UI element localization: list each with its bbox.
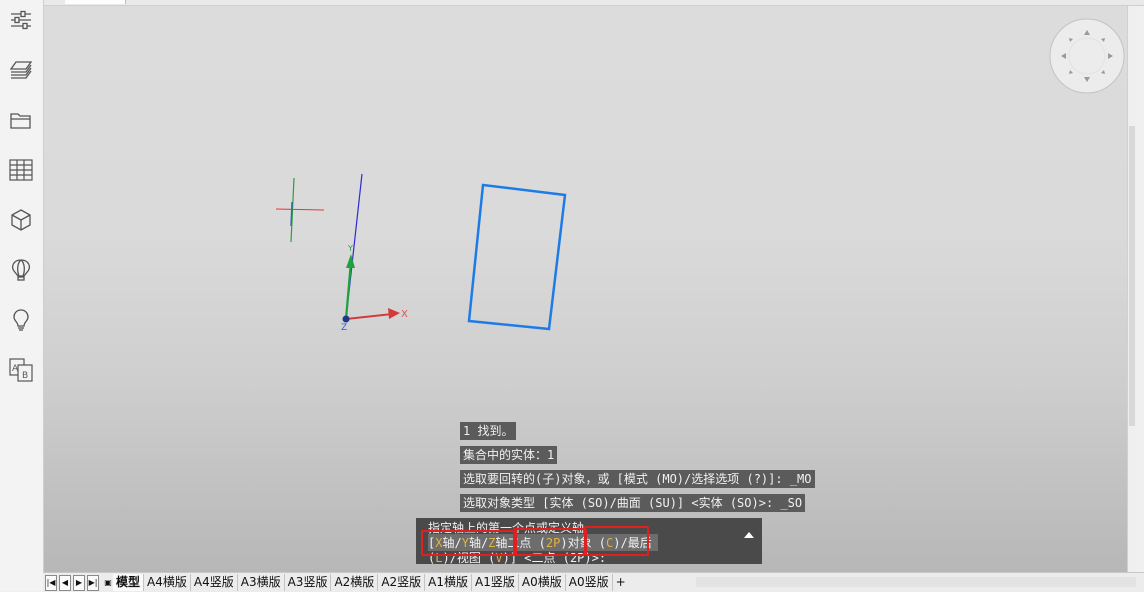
layout-tab-bar: |◀ ◀ ▶ ▶| ▣ 模型 A4横版 A4竖版 A3横版 A3竖版 A2横版 …	[43, 572, 1144, 592]
properties-button[interactable]	[6, 5, 36, 35]
render-button[interactable]	[6, 255, 36, 285]
layers-icon	[9, 61, 33, 79]
tab-a0-landscape[interactable]: A0横版	[519, 574, 566, 591]
svg-text:A: A	[12, 364, 19, 374]
axis-y-label: Y	[347, 244, 353, 253]
document-tab[interactable]	[65, 0, 126, 4]
tab-a2-landscape[interactable]: A2横版	[331, 574, 379, 591]
vertical-scrollbar[interactable]	[1127, 6, 1136, 572]
tab-a3-portrait[interactable]: A3竖版	[285, 574, 332, 591]
text-style-button[interactable]: A B	[6, 355, 36, 385]
tab-a0-portrait[interactable]: A0竖版	[566, 574, 613, 591]
command-history-line: 选取要回转的(子)对象，或 [模式 (MO)/选择选项 (?)]: _MO	[460, 470, 815, 488]
prev-tab-button[interactable]: ◀	[59, 574, 71, 591]
command-history-line: 选取对象类型 [实体 (SO)/曲面 (SU)] <实体 (SO)>: _SO	[460, 494, 806, 512]
horizontal-scrollbar[interactable]	[696, 577, 1136, 587]
properties-icon	[11, 10, 31, 30]
navigation-wheel[interactable]	[1047, 16, 1127, 96]
text-style-icon: A B	[9, 358, 33, 382]
add-layout-button[interactable]: +	[613, 574, 629, 591]
model-space-icon[interactable]: ▣	[103, 576, 113, 590]
left-toolbar: A B	[0, 0, 44, 591]
highlight-object-option	[584, 526, 649, 556]
highlight-axis-options	[421, 530, 517, 556]
lightbulb-icon	[13, 309, 29, 331]
tab-a2-portrait[interactable]: A2竖版	[378, 574, 426, 591]
balloon-icon	[12, 259, 30, 281]
open-folder-button[interactable]	[6, 105, 36, 135]
cube-icon	[11, 209, 31, 231]
svg-text:B: B	[22, 371, 28, 381]
first-tab-button[interactable]: |◀	[45, 574, 57, 591]
selected-rectangle[interactable]	[467, 183, 567, 331]
axis-x-label: X	[401, 309, 408, 320]
tab-a4-landscape[interactable]: A4横版	[144, 574, 191, 591]
tab-a1-portrait[interactable]: A1竖版	[472, 574, 519, 591]
layers-button[interactable]	[6, 55, 36, 85]
tab-a4-portrait[interactable]: A4竖版	[191, 574, 238, 591]
tab-model[interactable]: 模型	[113, 574, 145, 591]
command-history-expand-icon[interactable]	[744, 532, 754, 538]
scrollbar-thumb[interactable]	[1129, 126, 1135, 426]
solid-button[interactable]	[6, 205, 36, 235]
table-icon	[9, 159, 33, 181]
command-history-line: 集合中的实体：1	[460, 446, 558, 464]
table-button[interactable]	[6, 155, 36, 185]
tab-a3-landscape[interactable]: A3横版	[238, 574, 285, 591]
tips-button[interactable]	[6, 305, 36, 335]
next-tab-button[interactable]: ▶	[73, 574, 85, 591]
command-history-line: 1 找到。	[460, 422, 517, 440]
ucs-axes-icon: Z X Y	[341, 173, 408, 333]
tab-a1-landscape[interactable]: A1横版	[425, 574, 473, 591]
highlight-two-point-option	[513, 528, 587, 556]
folder-icon	[10, 113, 31, 129]
ucs-crosshair	[275, 177, 325, 243]
drawing-viewport[interactable]: Z X Y 1 找到。 集合中的实体：1 选取要回转的(子)对象，或 [模式 (…	[44, 6, 1136, 572]
axis-z-label: Z	[341, 323, 347, 333]
last-tab-button[interactable]: ▶|	[87, 574, 99, 591]
